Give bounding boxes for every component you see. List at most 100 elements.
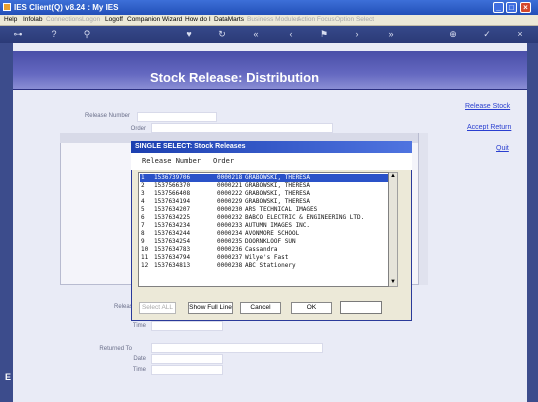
close-button[interactable]: × <box>520 2 531 13</box>
cancel-icon[interactable]: × <box>514 29 526 40</box>
dialog-title-bar: SINGLE SELECT: Stock Releases <box>131 141 412 153</box>
accept-return-link[interactable]: Accept Return <box>467 124 511 131</box>
menu-business-modules: Business Modules <box>247 16 300 23</box>
check-icon[interactable]: ✓ <box>481 29 493 40</box>
fast-forward-icon[interactable]: » <box>385 29 397 40</box>
row-release-number: 1537634244 <box>154 230 191 237</box>
list-item[interactable]: 2 1537566370 0000221 GRABOWSKI, THERESA <box>140 182 388 190</box>
row-order: 0000233 <box>217 222 243 229</box>
column-release-number[interactable]: Release Number <box>142 157 201 165</box>
row-order: 0000222 <box>217 190 243 197</box>
release-stock-link[interactable]: Release Stock <box>465 103 510 110</box>
returned-to-field[interactable] <box>151 343 323 353</box>
minimize-button[interactable]: _ <box>493 2 504 13</box>
list-item[interactable]: 12 1537634813 0000238 ABC Stationery <box>140 262 388 270</box>
show-full-line-button[interactable]: Show Full Line <box>188 302 233 314</box>
row-customer: Wilye's Fast <box>245 254 289 261</box>
key-icon[interactable]: ⊶ <box>8 29 28 40</box>
list-item[interactable]: 6 1537634225 0000232 BABCO ELECTRIC & ENGIN… <box>140 214 388 222</box>
row-order: 0000232 <box>217 214 243 221</box>
time-field-1[interactable] <box>151 321 223 331</box>
date-field[interactable] <box>151 354 223 364</box>
list-item[interactable]: 10 1537634783 0000236 Cassandra <box>140 246 388 254</box>
row-number: 5 <box>141 206 145 213</box>
label-order: Order <box>130 126 146 132</box>
row-release-number: 1537634194 <box>154 198 191 205</box>
heart-icon[interactable]: ♥ <box>183 29 195 40</box>
row-number: 10 <box>141 246 149 253</box>
row-order: 0000235 <box>217 238 243 245</box>
row-order: 0000218 <box>217 174 243 181</box>
quit-link[interactable]: Quit <box>496 145 509 152</box>
menu-option-select: Option Select <box>335 16 375 23</box>
row-release-number: 1537634813 <box>154 262 191 269</box>
row-release-number: 1537634234 <box>154 222 191 229</box>
list-scrollbar[interactable]: ▲ ▼ <box>389 172 398 287</box>
row-order: 0000230 <box>217 206 243 213</box>
list-item[interactable]: 11 1537634794 0000237 Wilye's Fast <box>140 254 388 262</box>
list-item[interactable]: 3 1537566408 0000222 GRABOWSKI, THERESA <box>140 190 388 198</box>
row-release-number: 1537634225 <box>154 214 191 221</box>
cancel-button[interactable]: Cancel <box>240 302 281 314</box>
row-customer: GRABOWSKI, THERESA <box>245 198 311 205</box>
row-release-number: 1537566370 <box>154 182 191 189</box>
search-icon[interactable]: ⚲ <box>81 29 93 40</box>
help-icon[interactable]: ? <box>48 29 60 40</box>
toolbar: ⊶ ? ⚲ ♥ ↻ « ‹ ⚑ › » ⊕ ✓ × <box>0 26 538 43</box>
filter-input[interactable] <box>340 301 382 314</box>
release-number-field[interactable] <box>137 112 217 122</box>
list-item[interactable]: 5 1537634207 0000230 ARS TECHNICAL IMAGES <box>140 206 388 214</box>
menu-how-do-i[interactable]: How do I <box>185 16 211 23</box>
row-release-number: 1537634254 <box>154 238 191 245</box>
title-bar: IES Client(Q) v8.24 : My IES _ □ × <box>0 0 538 15</box>
row-customer: ARS TECHNICAL IMAGES <box>245 206 318 213</box>
list-item[interactable]: 7 1537634234 0000233 AUTUMN IMAGES INC. <box>140 222 388 230</box>
menu-logoff[interactable]: Logoff <box>105 16 123 23</box>
menu-infolab[interactable]: Infolab <box>23 16 43 23</box>
time-field-2[interactable] <box>151 365 223 375</box>
row-order: 0000234 <box>217 230 243 237</box>
page-title: Stock Release: Distribution <box>150 70 320 85</box>
right-frame <box>527 43 538 402</box>
refresh-icon[interactable]: ↻ <box>216 29 228 40</box>
row-customer: AUTUMN IMAGES INC. <box>245 222 311 229</box>
row-number: 7 <box>141 222 145 229</box>
row-release-number: 1536739706 <box>154 174 191 181</box>
scroll-up-icon[interactable]: ▲ <box>390 173 396 179</box>
row-number: 8 <box>141 230 145 237</box>
menu-companion[interactable]: Companion <box>127 16 160 23</box>
row-order: 0000236 <box>217 246 243 253</box>
dialog-title: SINGLE SELECT: Stock Releases <box>135 143 246 150</box>
maximize-button[interactable]: □ <box>506 2 517 13</box>
previous-icon[interactable]: ‹ <box>285 29 297 40</box>
menu-datamarts[interactable]: DataMarts <box>214 16 244 23</box>
list-item[interactable]: 4 1537634194 0000229 GRABOWSKI, THERESA <box>140 198 388 206</box>
menu-action-focus: Action Focus <box>297 16 335 23</box>
select-all-button: Select ALL <box>139 302 176 314</box>
menu-wizard[interactable]: Wizard <box>162 16 182 23</box>
list-item[interactable]: 1 1536739706 0000218 GRABOWSKI, THERESA <box>140 174 388 182</box>
rewind-icon[interactable]: « <box>250 29 262 40</box>
label-date: Date <box>133 356 146 362</box>
row-customer: Cassandra <box>245 246 278 253</box>
dialog-column-header: Release Number Order <box>131 153 412 170</box>
ok-button[interactable]: OK <box>291 302 332 314</box>
menu-bar: Help Infolab Connections Logon Logoff Co… <box>0 15 538 26</box>
order-field[interactable] <box>151 123 333 133</box>
row-number: 3 <box>141 190 145 197</box>
menu-help[interactable]: Help <box>4 16 17 23</box>
row-customer: GRABOWSKI, THERESA <box>245 174 311 181</box>
background-grid-scrollbar[interactable] <box>418 133 428 285</box>
list-item[interactable]: 8 1537634244 0000234 AVONMORE SCHOOL <box>140 230 388 238</box>
releases-list[interactable]: 1 1536739706 0000218 GRABOWSKI, THERESA 2 153… <box>138 172 389 287</box>
next-icon[interactable]: › <box>351 29 363 40</box>
list-item[interactable]: 9 1537634254 0000235 DOORNKLOOF SUN <box>140 238 388 246</box>
row-number: 11 <box>141 254 149 261</box>
flag-icon[interactable]: ⚑ <box>318 29 330 40</box>
scroll-down-icon[interactable]: ▼ <box>390 279 396 285</box>
left-frame <box>0 43 13 402</box>
row-number: 9 <box>141 238 145 245</box>
menu-logon: Logon <box>82 16 101 23</box>
add-icon[interactable]: ⊕ <box>447 29 459 40</box>
column-order[interactable]: Order <box>213 157 234 165</box>
